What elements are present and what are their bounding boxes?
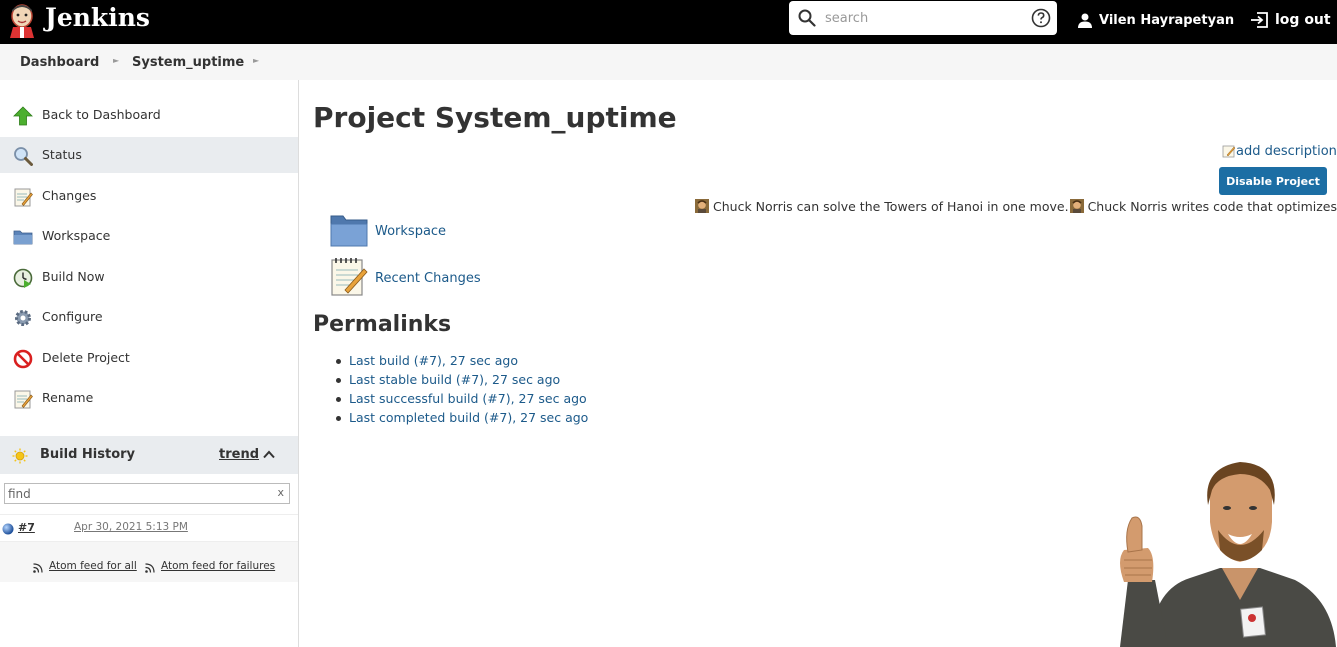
feed-links: Atom feed for all Atom feed for failures	[0, 542, 298, 582]
sidebar-item-rename[interactable]: Rename	[0, 380, 298, 416]
magnifier-icon	[14, 147, 33, 166]
breadcrumb-project[interactable]: System_uptime	[132, 55, 244, 70]
search-box	[789, 1, 1057, 35]
search-icon	[798, 9, 816, 27]
rss-icon	[33, 563, 43, 573]
breadcrumb: Dashboard ► System_uptime ►	[0, 44, 1337, 80]
add-description-link[interactable]: add description	[1222, 144, 1337, 159]
notepad-icon	[14, 390, 33, 409]
clock-play-icon	[13, 268, 33, 288]
permalink-last-completed-build[interactable]: Last completed build (#7), 27 sec ago	[336, 410, 588, 429]
sidebar-item-build-now[interactable]: Build Now	[0, 259, 298, 295]
disable-project-button[interactable]: Disable Project	[1219, 167, 1327, 195]
permalinks-heading: Permalinks	[313, 312, 452, 337]
edit-note-icon	[1222, 145, 1236, 158]
sidebar-item-label: Rename	[42, 390, 94, 405]
permalink-last-stable-build[interactable]: Last stable build (#7), 27 sec ago	[336, 372, 588, 391]
build-number-link[interactable]: #7	[18, 521, 35, 534]
sidebar: Back to Dashboard Status Changes Workspa…	[0, 80, 299, 647]
logout-link[interactable]: log out	[1249, 10, 1331, 30]
folder-icon	[13, 230, 33, 245]
notepad-icon	[14, 188, 33, 207]
jenkins-logo-icon[interactable]	[8, 2, 36, 38]
help-icon[interactable]	[1031, 8, 1051, 28]
breadcrumb-separator-icon[interactable]: ►	[113, 56, 119, 65]
brand-title[interactable]: Jenkins	[45, 2, 150, 34]
logout-label: log out	[1275, 12, 1331, 28]
chuck-norris-icon	[1069, 199, 1084, 213]
user-menu[interactable]: Vilen Hayrapetyan	[1077, 10, 1234, 30]
sidebar-item-label: Back to Dashboard	[42, 107, 161, 122]
sidebar-item-back-to-dashboard[interactable]: Back to Dashboard	[0, 97, 298, 133]
atom-feed-all-link[interactable]: Atom feed for all	[49, 560, 137, 572]
folder-icon[interactable]	[329, 212, 369, 248]
recent-changes-link[interactable]: Recent Changes	[375, 271, 481, 286]
sidebar-item-label: Status	[42, 147, 82, 162]
no-entry-icon	[13, 349, 33, 369]
user-name: Vilen Hayrapetyan	[1099, 12, 1235, 28]
breadcrumb-separator-icon[interactable]: ►	[253, 56, 259, 65]
search-input[interactable]	[825, 8, 1015, 28]
rss-icon	[145, 563, 155, 573]
build-history-header: Build History trend	[0, 436, 298, 474]
user-icon	[1078, 13, 1092, 28]
build-filter-box: x	[4, 483, 290, 504]
fact-text: Chuck Norris writes code that optimizes …	[1087, 198, 1337, 214]
build-row[interactable]: #7 Apr 30, 2021 5:13 PM	[0, 514, 298, 542]
chuck-norris-icon	[695, 199, 709, 213]
logout-icon	[1251, 12, 1268, 28]
blue-ball-status-icon	[2, 523, 14, 535]
breadcrumb-dashboard[interactable]: Dashboard	[20, 55, 99, 70]
sidebar-item-status[interactable]: Status	[0, 137, 298, 173]
chevron-up-icon[interactable]	[263, 450, 275, 459]
sidebar-item-label: Delete Project	[42, 350, 130, 365]
sidebar-item-delete-project[interactable]: Delete Project	[0, 340, 298, 376]
gear-icon	[15, 310, 31, 326]
sidebar-item-label: Configure	[42, 309, 103, 324]
sidebar-item-label: Workspace	[42, 228, 111, 243]
permalink-last-successful-build[interactable]: Last successful build (#7), 27 sec ago	[336, 391, 588, 410]
fact-text: Chuck Norris can solve the Towers of Han…	[713, 198, 1069, 214]
permalinks-list: Last build (#7), 27 sec ago Last stable …	[336, 353, 588, 429]
workspace-link[interactable]: Workspace	[375, 224, 446, 239]
up-arrow-icon	[13, 106, 33, 126]
permalink-last-build[interactable]: Last build (#7), 27 sec ago	[336, 353, 588, 372]
chuck-norris-thumbs-up-illustration	[1120, 462, 1336, 647]
atom-feed-failures-link[interactable]: Atom feed for failures	[161, 560, 275, 572]
notepad-icon[interactable]	[329, 257, 369, 297]
trend-link[interactable]: trend	[219, 447, 259, 462]
sidebar-item-changes[interactable]: Changes	[0, 178, 298, 214]
build-history-title: Build History	[40, 447, 136, 462]
clear-filter-button[interactable]: x	[277, 486, 284, 499]
add-description-label: add description	[1236, 144, 1337, 159]
sidebar-item-label: Changes	[42, 188, 97, 203]
page-title: Project System_uptime	[313, 101, 677, 134]
build-date-link[interactable]: Apr 30, 2021 5:13 PM	[74, 521, 188, 533]
sidebar-item-configure[interactable]: Configure	[0, 299, 298, 335]
sidebar-item-workspace[interactable]: Workspace	[0, 218, 298, 254]
chuck-norris-facts: Chuck Norris can solve the Towers of Han…	[695, 198, 1337, 214]
top-bar: Jenkins Vilen Hayrapetyan log out	[0, 0, 1337, 44]
sun-icon	[12, 448, 28, 464]
build-filter-input[interactable]	[5, 484, 265, 503]
sidebar-item-label: Build Now	[42, 269, 105, 284]
